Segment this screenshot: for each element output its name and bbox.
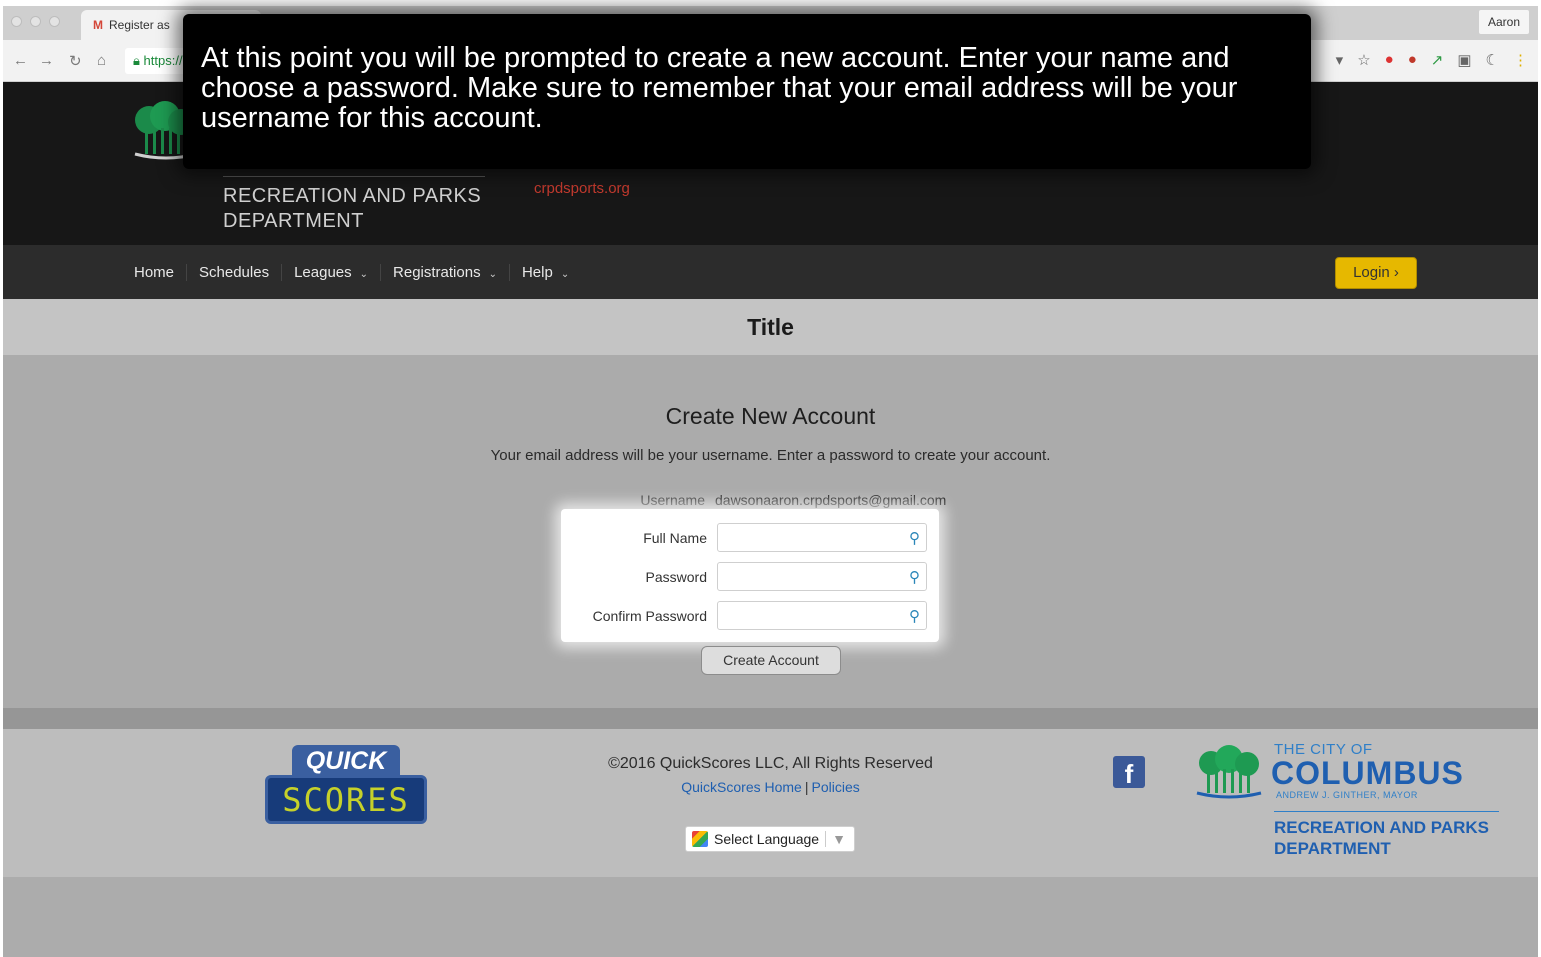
browser-window: M Register as Aaron ← → ↻ ⌂ 🔒︎ https:// ▾… (0, 0, 1541, 957)
lock-icon: 🔒︎ (133, 53, 144, 68)
header-divider (223, 176, 485, 177)
language-select-label: Select Language (714, 831, 820, 847)
extension-icon[interactable]: ↗ (1431, 51, 1444, 69)
nav-home[interactable]: Home (134, 264, 188, 281)
confirm-password-label: Confirm Password (592, 608, 707, 624)
facebook-icon[interactable]: f (1113, 756, 1145, 789)
google-translate-icon (692, 831, 708, 847)
mayor-label: ANDREW J. GINTHER, MAYOR (1276, 790, 1418, 800)
form-intro: Your email address will be your username… (490, 447, 1051, 464)
columbus-divider (1274, 811, 1499, 812)
window-close-button[interactable] (11, 16, 22, 27)
account-form: Full Name ⚲ Password ⚲ Confirm Password … (561, 509, 939, 642)
password-row: Password ⚲ (561, 562, 939, 592)
chevron-down-icon: ⌄ (359, 269, 369, 280)
full-name-row: Full Name ⚲ (561, 523, 939, 553)
department-name-line2: DEPARTMENT (223, 210, 364, 232)
tab-title: Register as (109, 18, 170, 32)
url-text: https:// (143, 53, 183, 68)
nav-help-label: Help (521, 264, 553, 281)
nav-leagues[interactable]: Leagues ⌄ (282, 264, 382, 281)
chevron-down-icon: ⌄ (560, 269, 570, 280)
nav-registrations-label: Registrations (393, 264, 481, 281)
gmail-icon: M (93, 18, 103, 32)
confirm-password-field[interactable]: ⚲ (717, 601, 927, 630)
columbus-tree-logo-icon (1196, 745, 1262, 799)
form-heading: Create New Account (665, 403, 876, 429)
nav-registrations[interactable]: Registrations ⌄ (381, 264, 510, 281)
full-name-field[interactable]: ⚲ (717, 523, 927, 552)
window-minimize-button[interactable] (30, 16, 41, 27)
profile-button[interactable]: Aaron (1478, 9, 1530, 35)
nav-schedules[interactable]: Schedules (187, 264, 283, 281)
footer-divider (3, 708, 1538, 729)
create-account-section: Create New Account Your email address wi… (3, 355, 1538, 708)
flag-icon[interactable]: ● (1408, 51, 1417, 69)
nav-leagues-label: Leagues (294, 264, 352, 281)
key-icon[interactable]: ⚲ (909, 607, 920, 625)
tutorial-caption: At this point you will be prompted to cr… (183, 14, 1311, 169)
password-field[interactable]: ⚲ (717, 562, 927, 591)
create-account-button[interactable]: Create Account (701, 646, 841, 675)
dropdown-caret-icon: ▼ (825, 831, 846, 847)
adblock-icon[interactable]: ● (1385, 51, 1394, 69)
nav-help[interactable]: Help ⌄ (510, 264, 581, 281)
key-icon[interactable]: ⚲ (909, 568, 920, 586)
policies-link[interactable]: Policies (811, 779, 859, 795)
columbus-department-line2: DEPARTMENT (1274, 839, 1391, 858)
confirm-password-row: Confirm Password ⚲ (561, 601, 939, 631)
star-icon[interactable]: ☆ (1357, 51, 1370, 69)
reload-icon[interactable]: ↻ (69, 52, 82, 70)
main-nav: Home Schedules Leagues ⌄ Registrations ⌄ H… (3, 245, 1538, 299)
window-zoom-button[interactable] (49, 16, 60, 27)
quickscores-home-link[interactable]: QuickScores Home (681, 779, 802, 795)
page-title: Title (747, 314, 794, 340)
columbus-department-line1: RECREATION AND PARKS (1274, 818, 1490, 837)
login-button[interactable]: Login › (1335, 257, 1417, 289)
username-value: dawsonaaron.crpdsports@gmail.com (715, 492, 947, 508)
page-title-bar: Title (3, 299, 1538, 355)
username-label: Username (640, 492, 705, 508)
columbus-department: RECREATION AND PARKS DEPARTMENT (1274, 817, 1489, 859)
bookmark-icon[interactable]: ▾ (1336, 51, 1344, 69)
password-label: Password (645, 569, 707, 585)
extension-icons: ▾ ☆ ● ● ↗ ▣ ☾ ⋮ (1336, 51, 1528, 69)
department-name: RECREATION AND PARKS DEPARTMENT (223, 184, 523, 234)
footer: QUICK SCORES ©2016 QuickScores LLC, All … (3, 729, 1538, 877)
back-icon[interactable]: ← (13, 52, 28, 69)
page-bottom (3, 877, 1538, 957)
language-select[interactable]: Select Language ▼ (685, 826, 855, 852)
columbus-label: COLUMBUS (1271, 755, 1464, 791)
department-name-line1: RECREATION AND PARKS (223, 185, 482, 207)
tutorial-caption-text: At this point you will be prompted to cr… (201, 42, 1238, 134)
site-link[interactable]: crpdsports.org (534, 180, 630, 197)
key-icon[interactable]: ⚲ (909, 529, 920, 547)
extension-icon[interactable]: ▣ (1457, 51, 1471, 69)
menu-icon[interactable]: ⋮ (1513, 51, 1528, 69)
link-separator: | (804, 779, 809, 795)
full-name-label: Full Name (643, 530, 707, 546)
forward-icon[interactable]: → (39, 52, 54, 69)
home-icon[interactable]: ⌂ (97, 52, 106, 69)
chevron-down-icon: ⌄ (488, 269, 497, 280)
moon-icon[interactable]: ☾ (1486, 51, 1499, 69)
